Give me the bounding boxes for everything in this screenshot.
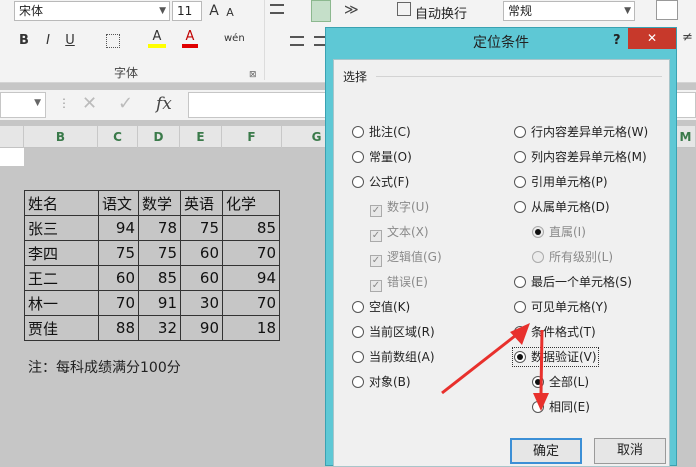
annotation-arrows — [441, 323, 549, 411]
arrow-line — [441, 330, 521, 395]
arrow-line — [539, 329, 544, 395]
arrowhead-icon — [533, 393, 549, 411]
arrowhead-icon — [510, 323, 530, 345]
